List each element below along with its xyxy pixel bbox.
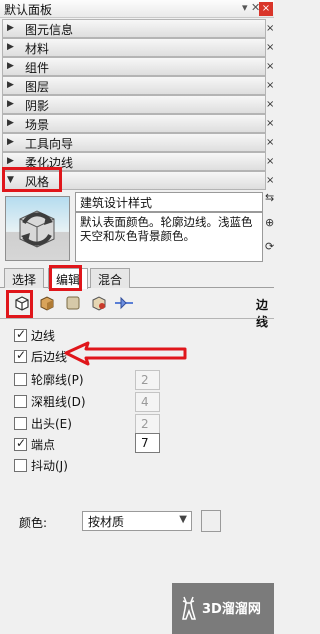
style-name-field[interactable]: 建筑设计样式	[75, 192, 263, 212]
tray-materials[interactable]: ▶ 材料	[2, 38, 266, 57]
annotation-arrow-icon	[64, 341, 187, 366]
expand-arrow-icon: ▶	[7, 118, 14, 128]
color-swatch[interactable]	[201, 510, 221, 532]
extension-label: 出头(E)	[31, 417, 72, 431]
color-label: 颜色:	[19, 516, 48, 530]
tab-edit[interactable]: 编辑	[48, 268, 89, 289]
tray-label: 材料	[25, 42, 50, 56]
depth-cue-checkbox[interactable]	[14, 395, 27, 408]
tray-close-icon[interactable]: ×	[266, 133, 274, 152]
depth-cue-label: 深粗线(D)	[31, 395, 86, 409]
panel-title: 默认面板	[4, 3, 53, 17]
update-style-icon	[19, 210, 55, 248]
face-settings-icon[interactable]	[37, 293, 57, 313]
tray-layers[interactable]: ▶ 图层	[2, 76, 266, 95]
back-edges-checkbox[interactable]	[14, 348, 27, 363]
jitter-checkbox[interactable]	[14, 459, 27, 472]
tab-select[interactable]: 选择	[4, 268, 45, 288]
profiles-label: 轮廓线(P)	[31, 373, 84, 387]
panel-titlebar: 默认面板 ▾ ✕ ×	[0, 0, 274, 18]
extension-checkbox[interactable]	[14, 417, 27, 430]
modeling-settings-icon[interactable]	[114, 293, 134, 313]
expand-arrow-icon: ▶	[7, 137, 14, 147]
watermark: 3D溜溜网	[172, 583, 274, 634]
tray-components[interactable]: ▶ 组件	[2, 57, 266, 76]
tray-label: 图层	[25, 80, 50, 94]
tray-close-icon[interactable]: ×	[266, 114, 274, 133]
tab-mix[interactable]: 混合	[90, 268, 131, 288]
refresh-style-icon[interactable]: ⟳	[265, 240, 274, 253]
tray-scenes[interactable]: ▶ 场景	[2, 114, 266, 133]
depth-cue-width-field: 4	[135, 392, 160, 412]
tray-close-icon[interactable]: ×	[266, 76, 274, 95]
tray-close-icon[interactable]: ×	[266, 38, 274, 57]
tray-close-icon[interactable]: ×	[266, 95, 274, 114]
edges-checkbox[interactable]	[14, 327, 27, 342]
tray-close-icon[interactable]: ×	[266, 57, 274, 76]
jitter-label: 抖动(J)	[31, 459, 68, 473]
tray-instructor[interactable]: ▶ 工具向导	[2, 133, 266, 152]
style-description-field[interactable]: 默认表面颜色。轮廓边线。浅蓝色天空和灰色背景颜色。	[75, 212, 263, 262]
extension-length-field: 2	[135, 414, 160, 434]
expand-arrow-icon: ▶	[7, 23, 14, 33]
profiles-width-field: 2	[135, 370, 160, 390]
expand-arrow-icon: ▶	[7, 156, 14, 166]
section-title: 边线	[256, 298, 269, 329]
endpoints-length-field[interactable]: 7	[135, 433, 160, 453]
collapse-arrow-icon: ▼	[7, 175, 14, 185]
style-thumbnail[interactable]	[5, 196, 70, 261]
tray-close-icon[interactable]: ×	[266, 152, 274, 171]
expand-arrow-icon: ▶	[7, 99, 14, 109]
back-edges-label: 后边线	[31, 350, 68, 364]
background-settings-icon[interactable]	[63, 293, 83, 313]
close-icon[interactable]: ×	[259, 2, 273, 16]
endpoints-checkbox[interactable]	[14, 436, 27, 451]
tray-soften-edges[interactable]: ▶ 柔化边线	[2, 152, 266, 171]
tray-label: 组件	[25, 61, 50, 75]
tray-label: 风格	[25, 175, 50, 189]
profiles-checkbox[interactable]	[14, 373, 27, 386]
tray-entity-info[interactable]: ▶ 图元信息	[2, 19, 266, 38]
tray-label: 图元信息	[25, 23, 74, 37]
edges-label: 边线	[31, 329, 56, 343]
expand-arrow-icon: ▶	[7, 80, 14, 90]
tray-styles[interactable]: ▼ 风格	[2, 171, 266, 190]
color-dropdown-value: 按材质	[88, 515, 125, 529]
expand-arrow-icon: ▶	[7, 42, 14, 52]
tray-label: 工具向导	[25, 137, 74, 151]
watermark-text: 3D溜溜网	[202, 602, 261, 617]
tray-label: 阴影	[25, 99, 50, 113]
color-dropdown[interactable]: 按材质 ▼	[82, 511, 192, 531]
panel-pin-icon[interactable]: ▾ ✕	[242, 1, 260, 14]
tray-label: 场景	[25, 118, 50, 132]
tray-label: 柔化边线	[25, 156, 74, 170]
chevron-down-icon: ▼	[179, 514, 187, 525]
deer-logo-icon	[182, 596, 197, 620]
tray-shadows[interactable]: ▶ 阴影	[2, 95, 266, 114]
create-style-icon[interactable]: ⇆	[265, 191, 274, 204]
tray-close-icon[interactable]: ×	[266, 19, 274, 38]
watermark-settings-icon[interactable]	[89, 293, 109, 313]
add-style-icon[interactable]: ⊕	[265, 216, 274, 229]
expand-arrow-icon: ▶	[7, 61, 14, 71]
endpoints-label: 端点	[31, 438, 56, 452]
tray-close-icon[interactable]: ×	[266, 171, 274, 190]
divider	[0, 318, 274, 319]
edge-settings-icon[interactable]	[12, 293, 32, 313]
